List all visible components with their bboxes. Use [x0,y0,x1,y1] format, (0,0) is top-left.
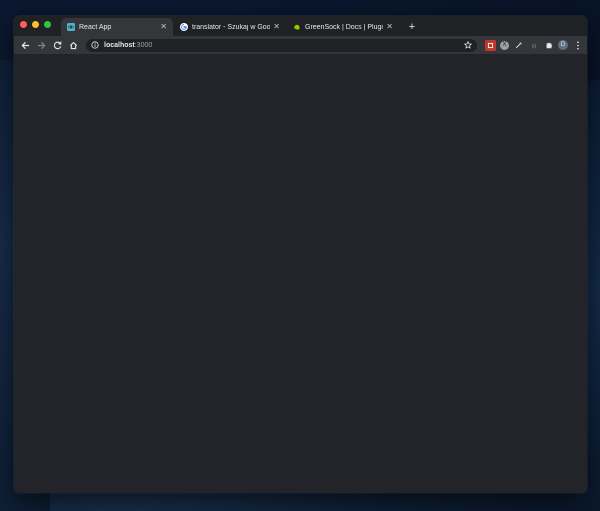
close-window-button[interactable] [20,20,27,28]
menu-kebab-icon[interactable] [572,40,583,51]
tab-greensock[interactable]: GreenSock | Docs | Plugins | S ✕ [287,18,399,36]
back-button[interactable] [18,38,32,52]
info-icon[interactable] [91,41,99,49]
maximize-window-button[interactable] [44,20,51,28]
close-icon[interactable]: ✕ [386,23,393,31]
extensions-puzzle-icon[interactable] [543,40,554,51]
desktop-background: React App ✕ translator - Szukaj w Google… [0,0,600,511]
google-icon [180,23,188,31]
home-icon [69,41,77,49]
star-icon[interactable] [464,41,472,49]
tab-title: React App [79,23,112,31]
url-port: :3000 [134,41,153,49]
tab-title: GreenSock | Docs | Plugins | S [305,23,383,31]
arrow-right-icon [37,41,45,49]
hand-icon[interactable] [528,40,539,51]
window-controls [14,20,61,28]
greensock-icon [293,23,301,31]
extension-red-icon[interactable] [485,39,496,51]
browser-window: React App ✕ translator - Szukaj w Google… [14,16,587,493]
close-icon[interactable]: ✕ [273,23,280,31]
page-content [14,54,587,493]
url-host: localhost [104,41,135,49]
address-bar[interactable]: localhost:3000 [86,38,477,52]
extension-x-icon[interactable]: X [500,40,509,50]
react-icon [67,23,75,31]
profile-avatar[interactable]: D [558,40,568,50]
tab-title: translator - Szukaj w Google [192,23,271,31]
tab-translator[interactable]: translator - Szukaj w Google ✕ [174,18,286,36]
arrow-left-icon [21,41,29,49]
minimize-window-button[interactable] [32,20,39,28]
forward-button[interactable] [34,38,48,52]
reload-icon [53,41,61,49]
browser-toolbar: localhost:3000 X D [14,36,587,54]
tab-strip: React App ✕ translator - Szukaj w Google… [14,16,587,36]
home-button[interactable] [66,38,80,52]
close-icon[interactable]: ✕ [160,23,167,31]
new-tab-button[interactable]: + [406,21,418,33]
eyedropper-icon[interactable] [513,40,524,51]
tab-react-app[interactable]: React App ✕ [61,18,173,36]
reload-button[interactable] [50,38,64,52]
